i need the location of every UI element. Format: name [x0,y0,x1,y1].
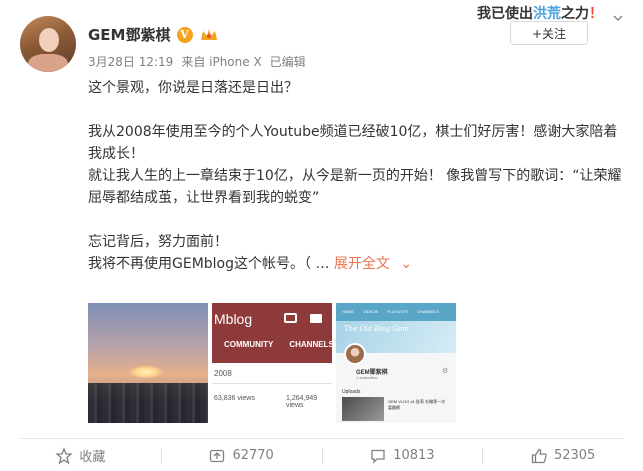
blog-uploads-label: Uploads [342,389,361,395]
cast-icon [284,313,297,323]
content-line-3: 我从2008年使用至今的个人Youtube频道已经破10亿，棋士们好厉害！感谢大… [88,124,618,162]
avatar-face [39,28,59,52]
tab-community: COMMUNITY [224,340,274,349]
like-count: 52305 [553,448,596,463]
banner-text-1: 我 [477,6,491,22]
tab-channels: CHANNELS [289,340,332,349]
thumbnail-youtube-channel[interactable]: Mblog COMMUNITY CHANNELS 2008 63,836 vie… [212,303,332,423]
content-last-line: 我将不再使用GEMblog这个帐号。（ … 展开全文 ⌄ [88,253,628,275]
nav-videos: VIDEOS [363,309,379,314]
post-source: 来自 iPhone X [181,55,262,69]
crown-icon [200,28,217,40]
nav-playlists: PLAYLISTS [387,309,409,314]
banner-text-2: 已使出 [491,6,533,22]
user-name-row: GEM鄧紫棋 V [88,24,219,45]
comment-icon [371,449,385,464]
verified-badge: V [176,26,193,43]
thumbs-up-icon [531,448,547,463]
gear-icon: ⚙ [442,368,449,375]
divider-line [212,383,332,384]
follow-button[interactable]: +关注 [510,21,588,45]
city-silhouette [88,383,208,423]
like-button[interactable]: 52305 [482,440,643,471]
content-line-6: 忘记背后，努力面前！ [88,234,228,250]
collect-label: 收藏 [79,450,106,465]
expand-full-text-link[interactable]: 展开全文 ⌄ [334,256,412,272]
channel-tabs: COMMUNITY CHANNELS [224,340,332,349]
banner-text-5: ！ [589,6,603,22]
blog-video-thumb [342,397,384,421]
avatar[interactable] [20,16,76,72]
nav-home: HOME [342,309,354,314]
footer-divider [20,438,623,439]
avatar-body [28,54,68,72]
blog-avatar [344,343,366,365]
repost-icon [210,449,225,462]
nav-channels: CHANNELS [417,309,439,314]
banner-text-3: 洪荒 [533,6,561,22]
sun-glow [128,365,164,379]
comment-count: 10813 [393,448,435,463]
blog-script-title: The Old Blog Gem [344,325,409,333]
content-line-1: 这个景观，你说是日落还是日出？ [88,80,298,96]
views-count-1: 63,836 views [214,395,255,402]
post-date[interactable]: 3月28日 12:19 [88,53,173,70]
blog-nav-text: HOME VIDEOS PLAYLISTS CHANNELS [342,309,439,314]
thumbnail-sunset[interactable] [88,303,208,423]
channel-title: Mblog [214,311,253,327]
action-bar: 收藏 62770 10813 52305 [0,440,643,471]
banner-text-4: 之力 [561,6,589,22]
thumbnail-youtube-blog[interactable]: HOME VIDEOS PLAYLISTS CHANNELS The Old B… [336,303,456,423]
image-thumbnails: Mblog COMMUNITY CHANNELS 2008 63,836 vie… [88,303,456,423]
expand-arrow-icon[interactable]: ⌄ [400,253,412,275]
views-count-2: 1,264,949 views [286,395,318,409]
collect-button[interactable]: 收藏 [0,440,161,471]
content-line-4: 就让我人生的上一章结束于10亿，从今是新一页的开始！ 像我曾写下的歌词：“让荣耀… [88,168,622,206]
chevron-down-icon[interactable] [612,12,624,24]
repost-count: 62770 [232,448,274,463]
star-icon [55,446,74,465]
content-line-7: 我将不再使用GEMblog这个帐号。（ … [88,256,330,272]
repost-button[interactable]: 62770 [160,440,322,471]
blog-video-title: GEM VLOG #1 批莉 杉機第一次富翻網 [388,399,446,410]
camera-icon [310,314,322,323]
username[interactable]: GEM鄧紫棋 [88,24,171,45]
blog-subscribers: 1 subscriber [356,375,378,380]
comment-button[interactable]: 10813 [321,440,483,471]
post-edited[interactable]: 已编辑 [270,53,306,70]
expand-label[interactable]: 展开全文 [334,256,390,272]
post-meta: 3月28日 12:19 来自 iPhone X 已编辑 [88,53,306,70]
channel-year: 2008 [214,369,232,378]
post-content: 这个景观，你说是日落还是日出？ 我从2008年使用至今的个人Youtube频道已… [88,77,628,275]
